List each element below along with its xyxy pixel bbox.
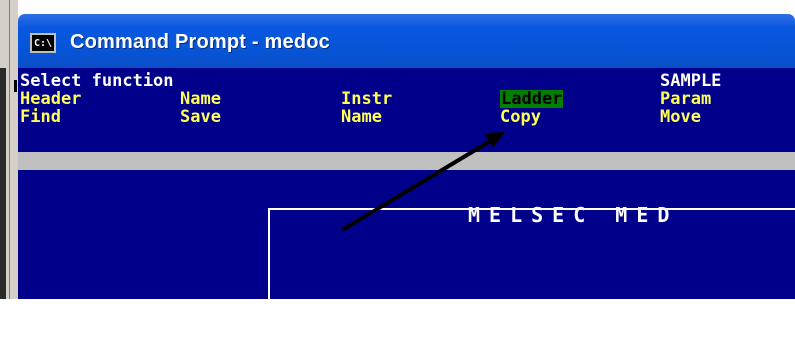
- menu-row-2: Find Save Name Copy Move: [18, 108, 795, 126]
- menu-item-param[interactable]: Param: [660, 90, 711, 108]
- select-function-label: Select function: [20, 71, 174, 91]
- command-prompt-icon[interactable]: C:\: [30, 33, 56, 53]
- function-header-row: Select function SAMPLE: [18, 72, 795, 90]
- menu-item-find[interactable]: Find: [20, 108, 61, 126]
- splash-frame: [268, 208, 795, 350]
- melsec-medoc-banner: MELSEC MED: [468, 203, 679, 227]
- window-left-border: [0, 68, 6, 299]
- menu-item-name[interactable]: Name: [180, 90, 221, 108]
- menu-item-ladder[interactable]: Ladder: [500, 90, 564, 108]
- window-titlebar[interactable]: C:\ Command Prompt - medoc: [18, 14, 795, 68]
- status-bar: [18, 152, 795, 170]
- console-area[interactable]: Select function SAMPLE Header Name Instr…: [18, 68, 795, 350]
- menu-item-name-2[interactable]: Name: [341, 108, 382, 126]
- menu-item-copy[interactable]: Copy: [500, 108, 541, 126]
- file-name-label: SAMPLE: [660, 71, 722, 91]
- desktop-edge-line: [9, 0, 10, 299]
- menu-item-move[interactable]: Move: [660, 108, 701, 126]
- menu-item-instr[interactable]: Instr: [341, 90, 392, 108]
- window-border-tick: [14, 80, 17, 92]
- menu-row-1: Header Name Instr Ladder Param: [18, 90, 795, 108]
- menu-item-save[interactable]: Save: [180, 108, 221, 126]
- menu-item-header[interactable]: Header: [20, 90, 81, 108]
- window-title: Command Prompt - medoc: [70, 31, 330, 53]
